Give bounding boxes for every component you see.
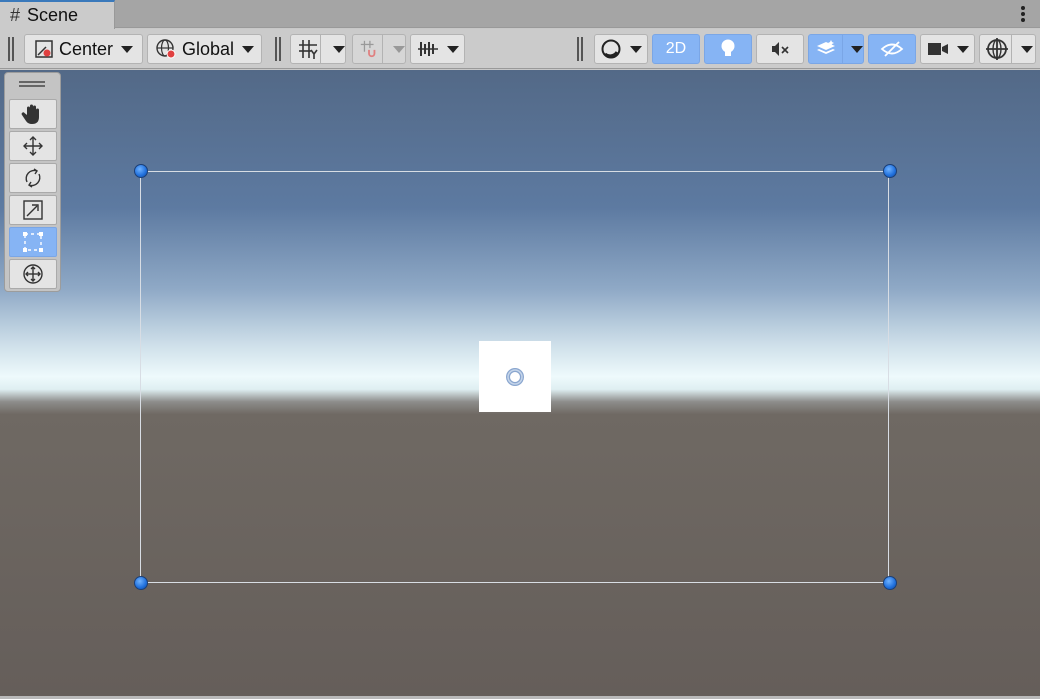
chevron-down-icon xyxy=(242,45,255,53)
grid-hash-icon: # xyxy=(10,5,21,25)
pivot-mode-label: Center xyxy=(58,38,114,59)
toolbar-grip-right[interactable] xyxy=(577,37,583,61)
gizmos-dropdown[interactable] xyxy=(979,34,1036,64)
effects-dropdown[interactable] xyxy=(808,34,864,64)
increment-snap-button[interactable] xyxy=(352,34,406,64)
hidden-eye-icon xyxy=(880,41,904,57)
toolbar-grip-left[interactable] xyxy=(8,37,14,61)
space-mode-label: Global xyxy=(181,38,235,59)
2d-mode-toggle[interactable]: 2D xyxy=(652,34,700,64)
lighting-toggle[interactable] xyxy=(704,34,752,64)
rotate-tool[interactable] xyxy=(9,163,57,193)
globe-icon xyxy=(156,39,176,59)
scale-icon xyxy=(23,200,43,220)
transform-tool[interactable] xyxy=(9,259,57,289)
increment-snap-icon xyxy=(360,40,376,58)
rect-handle-bottom-left[interactable] xyxy=(134,576,148,590)
grid-snap-icon xyxy=(299,40,318,59)
2d-label: 2D xyxy=(665,40,687,57)
toolbar-grip-mid[interactable] xyxy=(275,37,281,61)
move-arrows-icon xyxy=(23,136,43,156)
camera-dropdown[interactable] xyxy=(920,34,975,64)
space-mode-dropdown[interactable]: Global xyxy=(147,34,262,64)
camera-icon xyxy=(927,43,948,55)
tab-scene[interactable]: # Scene xyxy=(0,0,115,29)
chevron-down-icon xyxy=(446,45,459,53)
grid-snap-button[interactable] xyxy=(290,34,346,64)
scene-viewport[interactable] xyxy=(0,70,1040,696)
divider xyxy=(1011,34,1012,64)
chevron-down-icon xyxy=(630,45,642,53)
chevron-down-icon[interactable] xyxy=(333,45,345,53)
scene-visibility-toggle[interactable] xyxy=(868,34,916,64)
rect-tool[interactable] xyxy=(9,227,57,257)
align-dropdown[interactable] xyxy=(410,34,465,64)
divider xyxy=(842,34,843,64)
move-tool[interactable] xyxy=(9,131,57,161)
pivot-mode-dropdown[interactable]: Center xyxy=(24,34,143,64)
transform-icon xyxy=(23,264,43,284)
pivot-center-icon xyxy=(35,40,53,58)
audio-toggle[interactable] xyxy=(756,34,804,64)
divider xyxy=(382,34,383,64)
rect-handle-top-left[interactable] xyxy=(134,164,148,178)
align-icon xyxy=(417,42,438,56)
effects-layers-icon xyxy=(817,40,835,54)
chevron-down-icon xyxy=(956,45,969,53)
chevron-down-icon[interactable] xyxy=(393,45,405,53)
tab-title: Scene xyxy=(27,5,79,25)
hand-icon xyxy=(21,104,39,124)
rotate-icon xyxy=(25,168,41,188)
rect-handle-bottom-right[interactable] xyxy=(883,576,897,590)
tab-bar: # Scene xyxy=(0,0,1040,29)
light-bulb-icon xyxy=(721,39,735,56)
audio-mute-icon xyxy=(772,42,789,56)
tools-overlay xyxy=(4,72,61,292)
scene-toolbar: Center Global 2D xyxy=(0,29,1040,69)
gizmos-icon xyxy=(986,38,1008,60)
rect-tool-icon xyxy=(23,232,43,252)
scale-tool[interactable] xyxy=(9,195,57,225)
sprite-object[interactable] xyxy=(479,341,551,412)
chevron-down-icon[interactable] xyxy=(851,45,863,53)
tools-drag-handle[interactable] xyxy=(19,81,45,87)
divider xyxy=(320,34,321,64)
chevron-down-icon[interactable] xyxy=(1021,45,1033,53)
shading-mode-dropdown[interactable] xyxy=(594,34,648,64)
rect-handle-top-right[interactable] xyxy=(883,164,897,178)
chevron-down-icon xyxy=(121,45,134,53)
hand-tool[interactable] xyxy=(9,99,57,129)
shading-sphere-icon xyxy=(601,39,621,59)
pivot-ring-icon[interactable] xyxy=(503,365,527,389)
more-options-icon[interactable] xyxy=(1020,6,1026,22)
